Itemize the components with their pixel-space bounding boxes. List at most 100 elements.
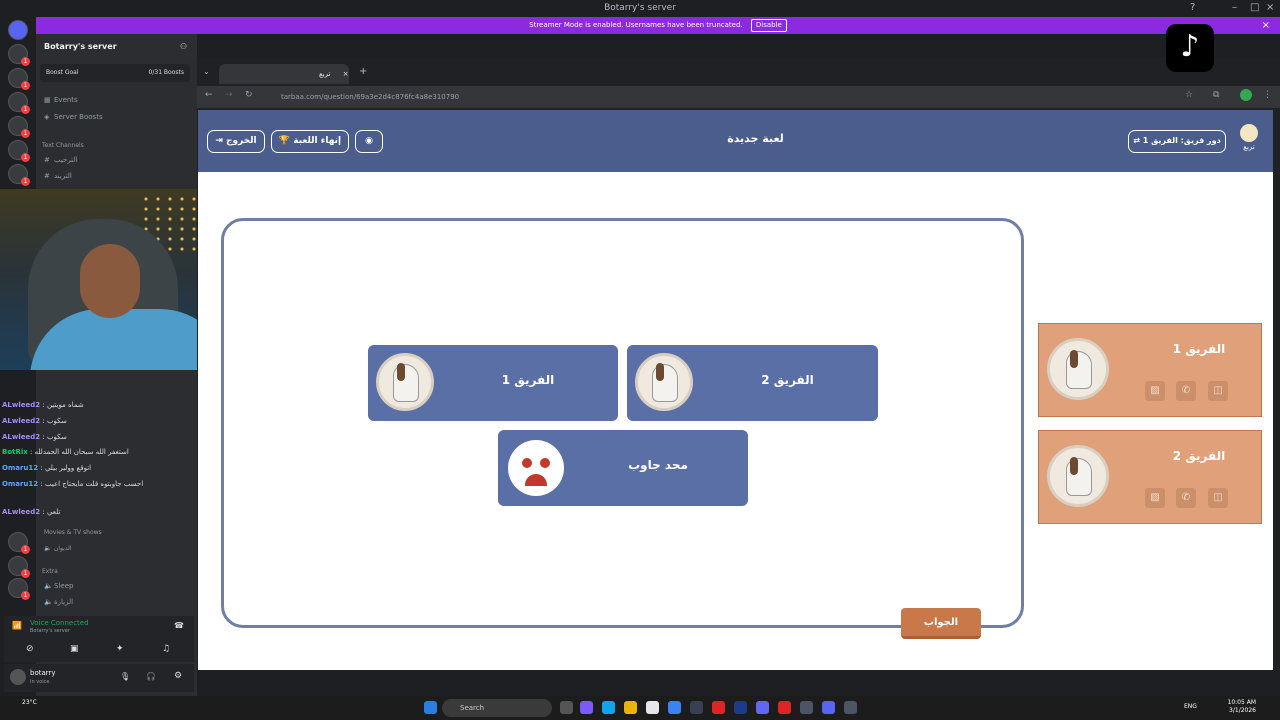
extensions-icon[interactable]: ⧉ [1213,90,1219,100]
avatar[interactable] [10,669,26,685]
taskbar-search[interactable]: Search [442,699,552,717]
answer-button[interactable]: الجواب [901,608,981,639]
menu-kebab-icon[interactable]: ⋮ [1263,90,1272,100]
app-icon[interactable] [580,701,593,714]
disconnect-icon[interactable]: ☎ [174,621,184,630]
channel-item[interactable]: # الترحيب [44,156,77,164]
tab-close-icon[interactable]: × [343,70,349,78]
weather-widget[interactable]: 23°C [22,699,37,707]
screen-share-icon[interactable]: ▣ [70,644,79,654]
chat-message: استغفر الله سبحان الله الحمدلله [34,448,129,456]
back-icon[interactable]: ← [205,90,213,100]
channel-item[interactable]: # التريند [44,172,72,180]
app-icon[interactable] [734,701,747,714]
calendar-icon: ▦ [44,96,51,104]
settings-gear-icon[interactable]: ⚙ [174,671,182,681]
stream-chat-overlay: ALwleed2 : شماه مويتين ALwleed2 : سكوب A… [0,372,196,532]
activities-icon[interactable]: ✦ [116,644,124,654]
voice-channel[interactable]: 🔈 الديوان [44,545,72,552]
language-indicator[interactable]: ENG [1184,703,1197,710]
chat-line: ALwleed2 : سكوب [2,433,67,441]
server-icon[interactable]: 1 [8,116,30,138]
voice-connected-panel: 📶 Voice Connected Botarry's server ☎ ⊘ ▣… [4,616,194,662]
team1-select-card[interactable]: الفريق 1 [368,345,618,421]
clock[interactable]: 10:05 AM 3/1/2026 [1228,699,1256,715]
explorer-icon[interactable] [624,701,637,714]
team2-select-card[interactable]: الفريق 2 [627,345,878,421]
clock-time: 10:05 AM [1227,699,1256,706]
discord-home-icon[interactable] [8,20,28,40]
streamer-head [80,244,140,318]
shuffle-icon: ⇄ [1133,136,1140,145]
site-logo[interactable]: تربع [1236,124,1262,158]
help-icon[interactable]: ? [1190,0,1195,16]
youtube-icon[interactable] [712,701,725,714]
minimize-icon[interactable]: – [1232,0,1237,16]
add-member-icon[interactable]: ⚇ [180,42,187,51]
server-name[interactable]: Botarry's server [44,42,117,51]
banner-close-icon[interactable]: × [1262,17,1270,34]
disable-button[interactable]: Disable [750,19,787,32]
server-icon[interactable]: 1 [8,140,30,162]
mic-icon[interactable]: 🎙 [120,672,130,681]
chat-line: Omaru12 : احسب جاوبتوه قلت مايحتاج اعيب [2,480,144,488]
exit-icon: ⇥ [215,136,223,146]
server-icon[interactable]: 1 [8,92,30,114]
maximize-icon[interactable]: □ [1250,0,1259,16]
app-icon[interactable] [756,701,769,714]
reload-icon[interactable]: ↻ [245,90,253,100]
soundboard-icon[interactable]: ♫ [162,644,170,654]
exit-button[interactable]: ⇥ الخروج [207,130,265,153]
app-icon[interactable] [668,701,681,714]
boost-icon: ◈ [44,113,50,121]
split-lifeline-icon[interactable]: ◫ [1208,381,1228,401]
camera-off-icon[interactable]: ⊘ [26,644,34,654]
app-icon[interactable] [844,701,857,714]
turn-button[interactable]: ⇄ دور فريق: الفريق 1 [1128,130,1226,153]
app-icon[interactable] [800,701,813,714]
headphones-icon[interactable]: 🎧 [146,672,156,681]
split-lifeline-icon[interactable]: ◫ [1208,488,1228,508]
discord-icon[interactable] [822,701,835,714]
phone-lifeline-icon[interactable]: ✆ [1176,488,1196,508]
boost-goal[interactable]: Boost Goal 0/31 Boosts [40,64,190,82]
extra-header[interactable]: Extra [42,568,58,575]
channel-label: الزيارة [54,598,74,606]
server-icon[interactable]: 1 [8,44,30,66]
phone-lifeline-icon[interactable]: ✆ [1176,381,1196,401]
speaker-icon: 🔈 [44,582,53,590]
server-icon[interactable]: 1 [8,164,30,186]
browser-tab[interactable]: تربع × [219,64,349,84]
close-icon[interactable]: × [1266,0,1274,16]
palette-button[interactable]: ◉ [355,130,383,153]
app-icon[interactable] [778,701,791,714]
server-icon[interactable]: 1 [8,556,30,578]
end-game-button[interactable]: 🏆 إنهاء اللعبة [271,130,349,153]
server-icon[interactable]: 1 [8,532,30,554]
voice-channel[interactable]: 🔈الزيارة [44,598,73,606]
start-icon[interactable] [424,701,437,714]
nobody-answered-card[interactable]: محد جاوب [498,430,748,506]
sidebar-item-server-boosts[interactable]: ◈ Server Boosts [44,113,103,121]
sidebar-item-events[interactable]: ▦ Events [44,96,78,104]
new-tab-icon[interactable]: + [359,66,367,77]
app-icon[interactable] [646,701,659,714]
server-icon[interactable]: 1 [8,578,30,600]
tab-search-icon[interactable]: ⌄ [203,67,210,76]
scoreboard-team1[interactable]: الفريق 1 ▨ ✆ ◫ [1038,323,1262,417]
image-lifeline-icon[interactable]: ▨ [1145,381,1165,401]
bookmark-star-icon[interactable]: ☆ [1185,90,1193,100]
image-lifeline-icon[interactable]: ▨ [1145,488,1165,508]
edge-icon[interactable] [602,701,615,714]
voice-channel[interactable]: 🔈Sleep [44,582,73,590]
text-channels-header[interactable]: Text Channels [42,142,84,149]
chat-message: شماه مويتين [46,401,84,409]
url-field[interactable]: tarbaa.com/question/69a3e2d4c876fc4a8e31… [281,90,1161,104]
profile-avatar[interactable] [1240,89,1252,101]
voice-server[interactable]: Botarry's server [30,628,70,634]
taskview-icon[interactable] [560,701,573,714]
obs-icon[interactable] [690,701,703,714]
forward-icon[interactable]: → [225,90,233,100]
scoreboard-team2[interactable]: الفريق 2 ▨ ✆ ◫ [1038,430,1262,524]
server-icon[interactable]: 1 [8,68,30,90]
